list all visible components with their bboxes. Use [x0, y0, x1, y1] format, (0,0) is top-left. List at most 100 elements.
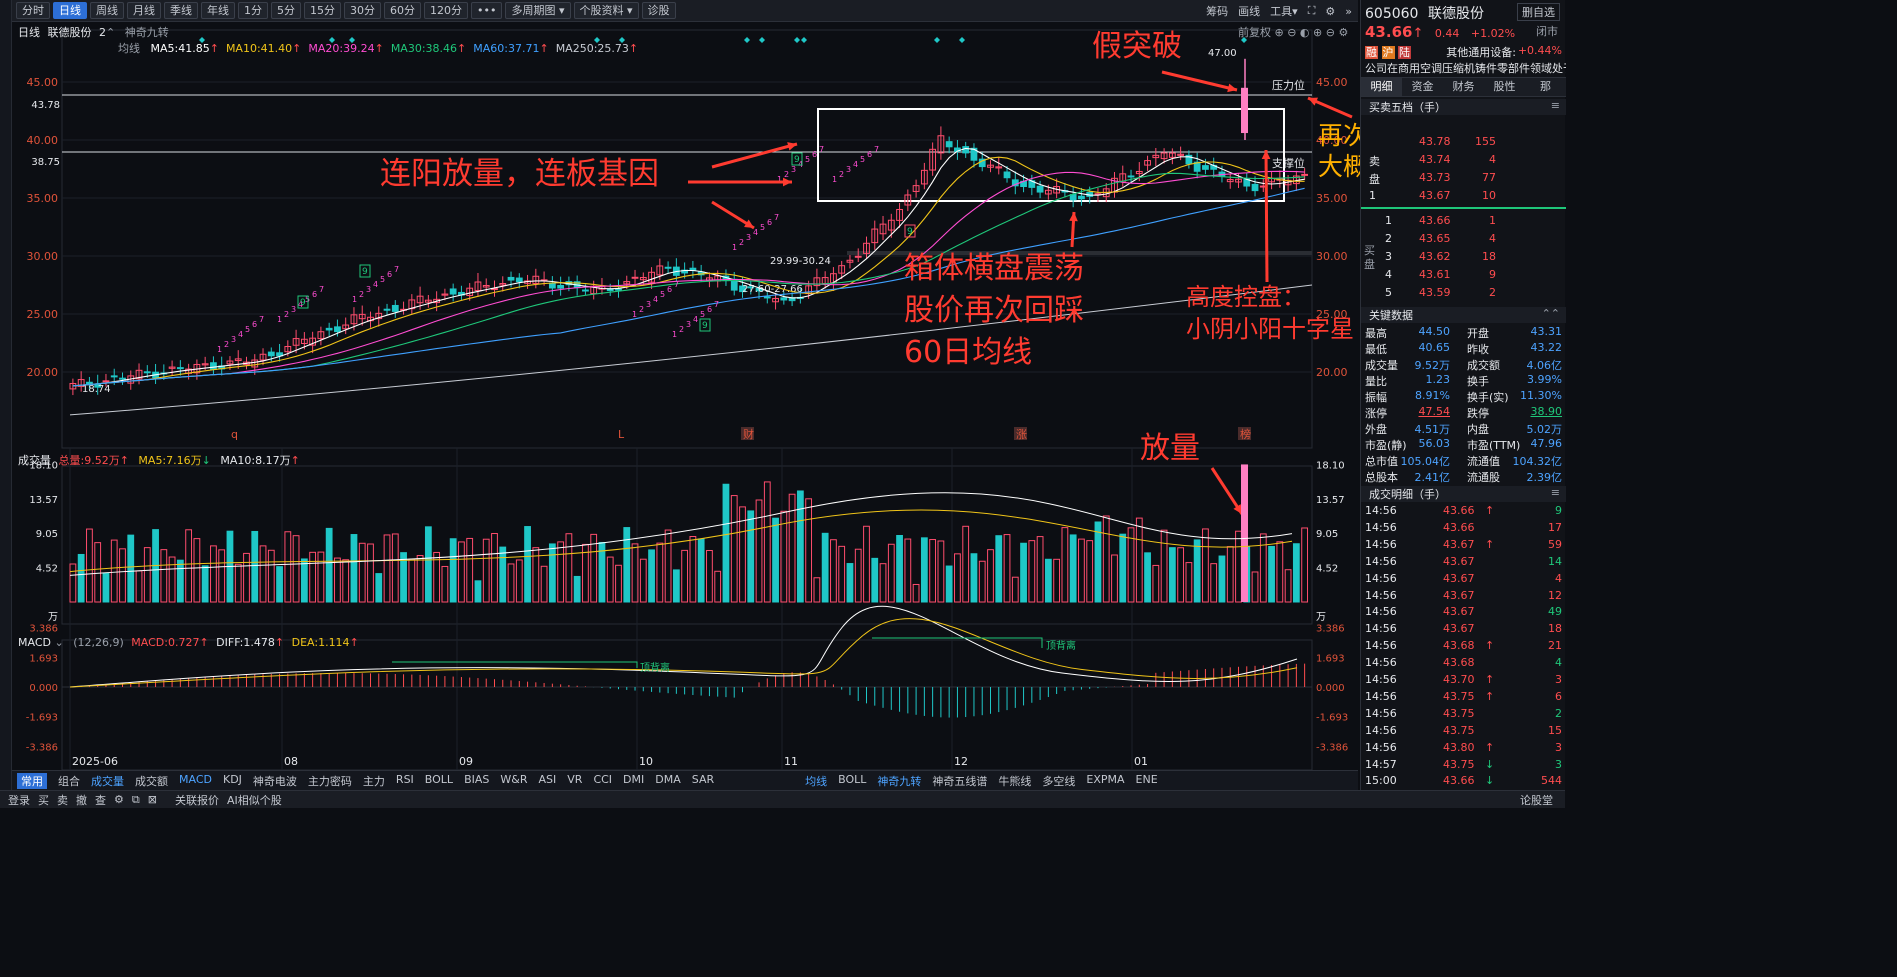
event-marker[interactable]: 榜 — [1240, 427, 1251, 441]
period-button-12[interactable]: ••• — [471, 2, 503, 19]
diagnose-button[interactable]: 诊股 — [641, 2, 676, 19]
indicator-tab-18[interactable]: SAR — [692, 773, 714, 789]
overlay-tab-6[interactable]: EXPMA — [1086, 773, 1124, 789]
overlay-tab-7[interactable]: ENE — [1136, 773, 1158, 789]
ma-legend-item: MA10:41.40 — [225, 42, 293, 55]
adjust-label[interactable]: 前复权 ⊕ ⊖ ◐ ⊕ ⊖ ⚙ — [1238, 24, 1348, 40]
ma-legend-item: MA250:25.73 — [555, 42, 629, 55]
multi-period-dropdown[interactable]: 多周期图 ▾ — [505, 2, 571, 19]
status-action-0[interactable]: 登录 — [8, 792, 30, 808]
nine-turn-digit: 4 — [853, 160, 858, 169]
period-button-3[interactable]: 月线 — [127, 2, 161, 19]
volume-bar — [193, 538, 201, 603]
period-button-0[interactable]: 分时 — [16, 2, 50, 19]
remove-watchlist-button[interactable]: 删自选 — [1517, 3, 1560, 21]
quote-tab-0[interactable]: 明细 — [1361, 78, 1402, 96]
quote-tab-1[interactable]: 资金 — [1402, 78, 1443, 96]
candle-body — [962, 146, 970, 154]
indicator-tab-11[interactable]: BIAS — [464, 773, 489, 789]
volume-bar — [251, 530, 259, 603]
indicator-tab-15[interactable]: CCI — [593, 773, 612, 789]
quote-tab-3[interactable]: 股性 — [1484, 78, 1525, 96]
overlay-tab-1[interactable]: BOLL — [838, 773, 866, 789]
overlay-tab-2[interactable]: 神奇九转 — [877, 773, 921, 789]
period-button-4[interactable]: 季线 — [164, 2, 198, 19]
tab-ai-similar[interactable]: AI相似个股 — [227, 792, 282, 808]
overlay-tab-5[interactable]: 多空线 — [1042, 773, 1075, 789]
nine-turn-digit: 3 — [646, 300, 651, 309]
period-button-2[interactable]: 周线 — [90, 2, 124, 19]
period-button-1[interactable]: 日线 — [53, 2, 87, 19]
indicator-tab-14[interactable]: VR — [567, 773, 582, 789]
volume-bar — [887, 543, 895, 603]
period-button-6[interactable]: 1分 — [238, 2, 268, 19]
indicator-tab-12[interactable]: W&R — [500, 773, 527, 789]
event-marker[interactable]: 涨 — [1016, 428, 1027, 441]
nine-turn-digit: 6 — [812, 150, 817, 159]
tab-related-quotes[interactable]: 关联报价 — [175, 792, 219, 808]
stock-info-dropdown[interactable]: 个股资料 ▾ — [573, 2, 639, 19]
x-axis-label: 12 — [954, 755, 968, 768]
event-marker[interactable]: 财 — [743, 427, 754, 441]
overlay-tab-3[interactable]: 神奇五线谱 — [932, 773, 987, 789]
indicator-tab-8[interactable]: 主力 — [363, 773, 385, 789]
period-button-7[interactable]: 5分 — [271, 2, 301, 19]
indicator-tab-1[interactable]: 组合 — [58, 773, 80, 789]
ma30-line — [72, 172, 1305, 387]
trade-row: 14:56 43.67 4 — [1365, 571, 1562, 585]
indicator-tab-7[interactable]: 主力密码 — [308, 773, 352, 789]
period-button-10[interactable]: 60分 — [384, 2, 421, 19]
settings-icon[interactable]: ⚙ — [1325, 5, 1335, 18]
period-button-9[interactable]: 30分 — [344, 2, 381, 19]
overlay-tab-0[interactable]: 均线 — [805, 773, 827, 789]
chart-canvas[interactable]: 45.00 45.0040.00 40.0035.00 35.0030.00 30.00… — [12, 22, 1358, 770]
indicator-tab-0[interactable]: 常用 — [17, 772, 47, 789]
forum-button[interactable]: 论股堂 — [1520, 792, 1553, 808]
nine-turn-digit: 6 — [867, 150, 872, 159]
indicator-tab-4[interactable]: MACD — [179, 773, 212, 789]
indicator-tab-16[interactable]: DMI — [623, 773, 644, 789]
quote-tab-4[interactable]: 那 — [1525, 78, 1566, 96]
indicator-tab-6[interactable]: 神奇电波 — [253, 773, 297, 789]
volume-bar — [416, 555, 424, 603]
volume-bar — [978, 560, 986, 603]
status-icon-3[interactable]: ⊠ — [148, 793, 157, 806]
collapse-icon[interactable]: » — [1345, 5, 1352, 18]
volume-bar — [1276, 541, 1284, 603]
indicator-tab-2[interactable]: 成交量 — [91, 773, 124, 789]
status-icon-2[interactable]: ⧉ — [132, 793, 140, 807]
up-arrow-icon: ↑ — [374, 42, 384, 55]
nine-turn-digit: 7 — [319, 285, 324, 294]
indicator-tab-9[interactable]: RSI — [396, 773, 414, 789]
sell-level-row: 卖 43.74 4 — [1369, 153, 1496, 168]
indicator-tab-5[interactable]: KDJ — [223, 773, 242, 789]
volume-bar — [325, 527, 333, 603]
event-marker[interactable]: q — [231, 428, 238, 441]
period-button-5[interactable]: 年线 — [201, 2, 235, 19]
volume-bar — [143, 547, 151, 603]
period-button-8[interactable]: 15分 — [304, 2, 341, 19]
draw-line-button[interactable]: 画线 — [1238, 3, 1260, 19]
period-button-11[interactable]: 120分 — [424, 2, 468, 19]
indicator-tab-17[interactable]: DMA — [655, 773, 681, 789]
overlay-tab-4[interactable]: 牛熊线 — [998, 773, 1031, 789]
chips-button[interactable]: 筹码 — [1206, 3, 1228, 19]
status-action-1[interactable]: 买 — [38, 792, 49, 808]
volume-bar — [1119, 533, 1127, 603]
indicator-tab-13[interactable]: ASI — [539, 773, 557, 789]
nine-turn-digit: 4 — [653, 295, 658, 304]
indicator-tab-10[interactable]: BOLL — [425, 773, 453, 789]
quote-tab-2[interactable]: 财务 — [1443, 78, 1484, 96]
status-action-3[interactable]: 撤 — [76, 792, 87, 808]
tools-menu[interactable]: 工具▾ — [1270, 3, 1298, 19]
fullscreen-icon[interactable]: ⛶ — [1308, 4, 1316, 18]
status-action-2[interactable]: 卖 — [57, 792, 68, 808]
indicator-tab-3[interactable]: 成交额 — [135, 773, 168, 789]
status-icon-1[interactable]: ⚙ — [114, 793, 124, 806]
nine-turn-label: 9 — [300, 298, 306, 308]
quote-tabs: 明细 资金 财务 股性那 — [1361, 77, 1566, 97]
kline-chart-area[interactable]: 45.00 45.00 40.00 40.00 35.00 35.00 30.00 30.00… — [12, 22, 1543, 790]
status-action-4[interactable]: 查 — [95, 792, 106, 808]
event-marker[interactable]: L — [618, 428, 625, 441]
candle-body — [102, 380, 110, 383]
